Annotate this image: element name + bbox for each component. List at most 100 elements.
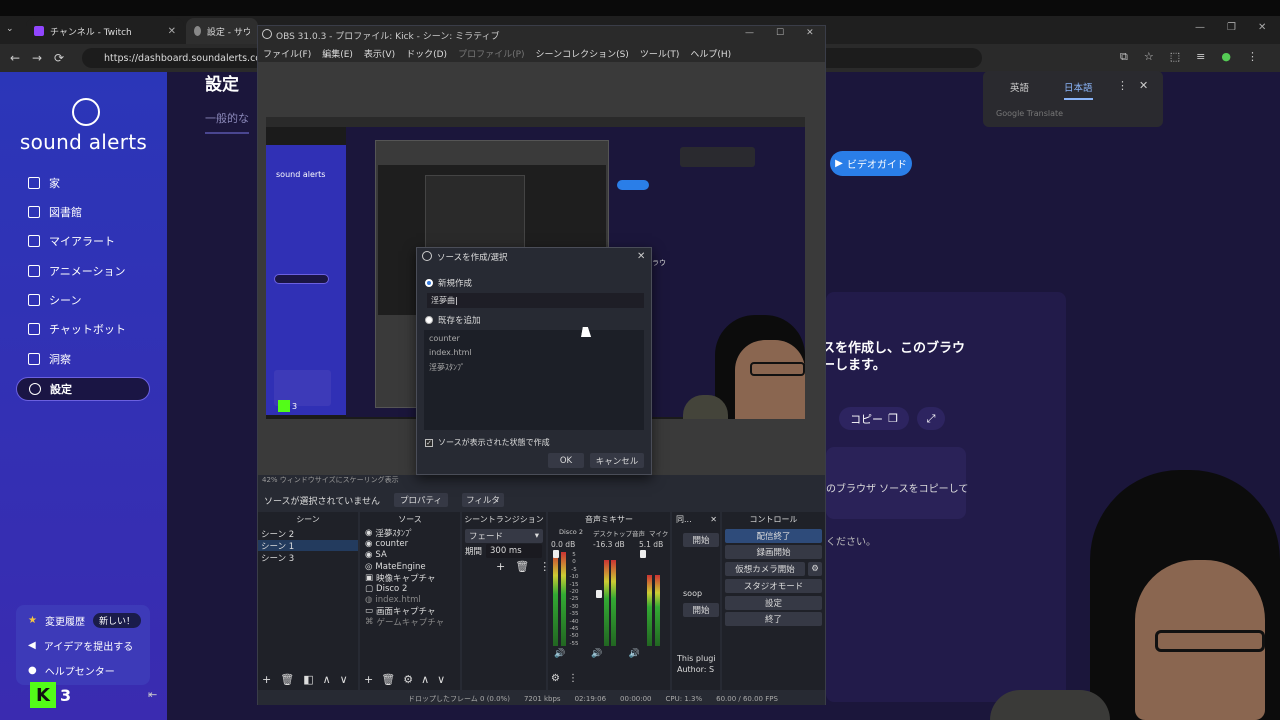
help-center-link[interactable]: ● ヘルプセンター	[28, 661, 115, 679]
profile-icon[interactable]: ●	[1221, 50, 1231, 66]
bookmark-star-icon[interactable]: ☆	[1144, 50, 1154, 66]
reload-icon[interactable]: ⟳	[48, 51, 70, 65]
translate-close-icon[interactable]: ✕	[1139, 79, 1148, 92]
sidebar-item-animations[interactable]: アニメーション	[16, 260, 150, 282]
translate-menu-icon[interactable]: ⋮	[1117, 79, 1128, 92]
virtual-camera-button[interactable]: 仮想カメラ開始	[725, 562, 805, 576]
maximize-icon[interactable]: ❐	[1227, 22, 1236, 33]
dock-close-icon[interactable]: ✕	[710, 515, 720, 524]
tab-close-icon[interactable]: ✕	[168, 26, 176, 37]
remove-scene-icon[interactable]: 🗑	[280, 673, 294, 686]
source-settings-icon[interactable]: ⚙	[403, 673, 413, 686]
source-up-icon[interactable]: ∧	[421, 673, 429, 686]
source-item[interactable]: ◉ 淫夢ｽﾀﾝﾌﾟ	[362, 527, 458, 539]
studio-mode-button[interactable]: スタジオモード	[725, 579, 822, 593]
add-source-icon[interactable]: +	[364, 673, 373, 686]
sidebar-item-settings[interactable]: 設定	[16, 377, 150, 401]
properties-button[interactable]: プロパティ	[394, 493, 449, 507]
sidebar-item-my-alerts[interactable]: マイアラート	[16, 230, 150, 252]
source-name-input[interactable]: 淫夢曲 |	[427, 293, 644, 308]
collapse-sidebar-icon[interactable]: ⇤	[148, 688, 157, 701]
source-item[interactable]: ◎ MateEngine	[362, 561, 458, 572]
source-item[interactable]: ▭ 画面キャプチャ	[362, 605, 458, 617]
volume-slider-handle[interactable]	[596, 590, 602, 598]
remove-source-icon[interactable]: 🗑	[381, 673, 395, 686]
add-scene-icon[interactable]: +	[262, 673, 271, 686]
create-new-radio[interactable]: 新規作成	[425, 277, 472, 289]
mixer-settings-icon[interactable]: ⚙	[551, 673, 560, 684]
scene-item[interactable]: シーン 2	[258, 528, 358, 540]
source-item[interactable]: ◉ counter	[362, 538, 458, 549]
plugin-start-button-2[interactable]: 開始	[683, 603, 719, 617]
transition-select[interactable]: フェード ▾	[465, 529, 543, 543]
sidebar-item-library[interactable]: 図書館	[16, 201, 150, 223]
speaker-icon[interactable]: 🔊	[554, 649, 565, 659]
translate-lang-japanese[interactable]: 日本語	[1064, 80, 1093, 100]
minimize-icon[interactable]: —	[1195, 22, 1205, 33]
move-up-icon[interactable]: ∧	[323, 673, 331, 686]
exit-button[interactable]: 終了	[725, 612, 822, 626]
tab-soundalerts[interactable]: 設定 - サウンド	[186, 18, 258, 44]
sidebar-item-home[interactable]: 家	[16, 172, 150, 194]
settings-button[interactable]: 設定	[725, 596, 822, 610]
visible-checkbox[interactable]: ✓ ソースが表示された状態で作成	[425, 437, 550, 448]
source-item[interactable]: ▣映像キャプチャデバ	[362, 572, 458, 584]
sidebar-item-scenes[interactable]: シーン	[16, 289, 150, 311]
filters-button[interactable]: フィルタ	[462, 493, 505, 507]
duration-input[interactable]: 300 ms	[486, 544, 542, 558]
existing-sources-list[interactable]	[424, 330, 644, 430]
volume-slider-handle[interactable]	[640, 550, 646, 558]
remove-transition-icon[interactable]: 🗑	[515, 560, 529, 573]
add-transition-icon[interactable]: +	[496, 560, 505, 573]
mixer-menu-icon[interactable]: ⋮	[568, 673, 578, 684]
source-item[interactable]: ⌘ ゲームキャプチャ	[362, 616, 458, 628]
scene-filter-icon[interactable]: ◧	[303, 673, 313, 686]
changelog-link[interactable]: ★ 変更履歴 新しい！	[28, 611, 141, 629]
menu-scene-collection[interactable]: シーンコレクション(S)	[536, 47, 629, 60]
menu-dock[interactable]: ドック(D)	[406, 47, 447, 60]
ok-button[interactable]: OK	[548, 453, 584, 468]
video-guide-button[interactable]: ▶ ビデオガイド	[830, 151, 912, 176]
move-down-icon[interactable]: ∨	[340, 673, 348, 686]
add-existing-radio[interactable]: 既存を追加	[425, 314, 481, 326]
sidebar-item-chatbot[interactable]: チャットボット	[16, 318, 150, 340]
suggest-idea-link[interactable]: ◀ アイデアを提出する	[28, 636, 133, 654]
speaker-icon[interactable]: 🔊	[628, 649, 639, 659]
translate-lang-english[interactable]: 英語	[1010, 80, 1029, 94]
obs-close-icon[interactable]: ✕	[806, 28, 814, 38]
expand-button[interactable]: ⤢	[917, 407, 945, 430]
media-icon[interactable]: ≡	[1196, 50, 1205, 66]
extensions-icon[interactable]: ⬚	[1170, 50, 1180, 66]
menu-file[interactable]: ファイル(F)	[263, 47, 311, 60]
menu-profile[interactable]: プロファイル(P)	[458, 47, 524, 60]
plugin-start-button[interactable]: 開始	[683, 533, 719, 547]
menu-icon[interactable]: ⋮	[1247, 50, 1258, 66]
obs-minimize-icon[interactable]: —	[745, 28, 754, 38]
menu-tools[interactable]: ツール(T)	[640, 47, 680, 60]
copy-button[interactable]: コピー ❐	[839, 407, 909, 430]
sidebar-item-insights[interactable]: 洞察	[16, 348, 150, 370]
existing-source-item[interactable]: index.html	[429, 348, 472, 357]
speaker-icon[interactable]: 🔊	[591, 649, 602, 659]
stop-streaming-button[interactable]: 配信終了	[725, 529, 822, 543]
menu-help[interactable]: ヘルプ(H)	[690, 47, 731, 60]
dialog-close-icon[interactable]: ✕	[637, 251, 645, 262]
source-item[interactable]: ▢ Disco 2	[362, 583, 458, 594]
menu-view[interactable]: 表示(V)	[364, 47, 395, 60]
close-icon[interactable]: ✕	[1258, 22, 1266, 33]
source-item[interactable]: ◉ SA	[362, 549, 458, 560]
back-icon[interactable]: ←	[4, 51, 26, 65]
obs-maximize-icon[interactable]: ☐	[776, 28, 784, 38]
existing-source-item[interactable]: 淫夢ｽﾀﾝﾌﾟ	[429, 362, 465, 373]
start-recording-button[interactable]: 録画開始	[725, 545, 822, 559]
scene-item[interactable]: シーン 3	[258, 552, 358, 564]
source-item[interactable]: ◍ index.html	[362, 594, 458, 605]
tab-twitch[interactable]: チャンネル - Twitch ✕	[26, 18, 184, 44]
scene-item-selected[interactable]: シーン 1	[258, 540, 358, 552]
source-down-icon[interactable]: ∨	[437, 673, 445, 686]
forward-icon[interactable]: →	[26, 51, 48, 65]
volume-slider-handle[interactable]	[553, 550, 559, 558]
tab-general[interactable]: 一般的な	[205, 110, 249, 134]
cancel-button[interactable]: キャンセル	[590, 453, 644, 468]
tab-list-chevron-icon[interactable]: ⌄	[6, 24, 14, 34]
